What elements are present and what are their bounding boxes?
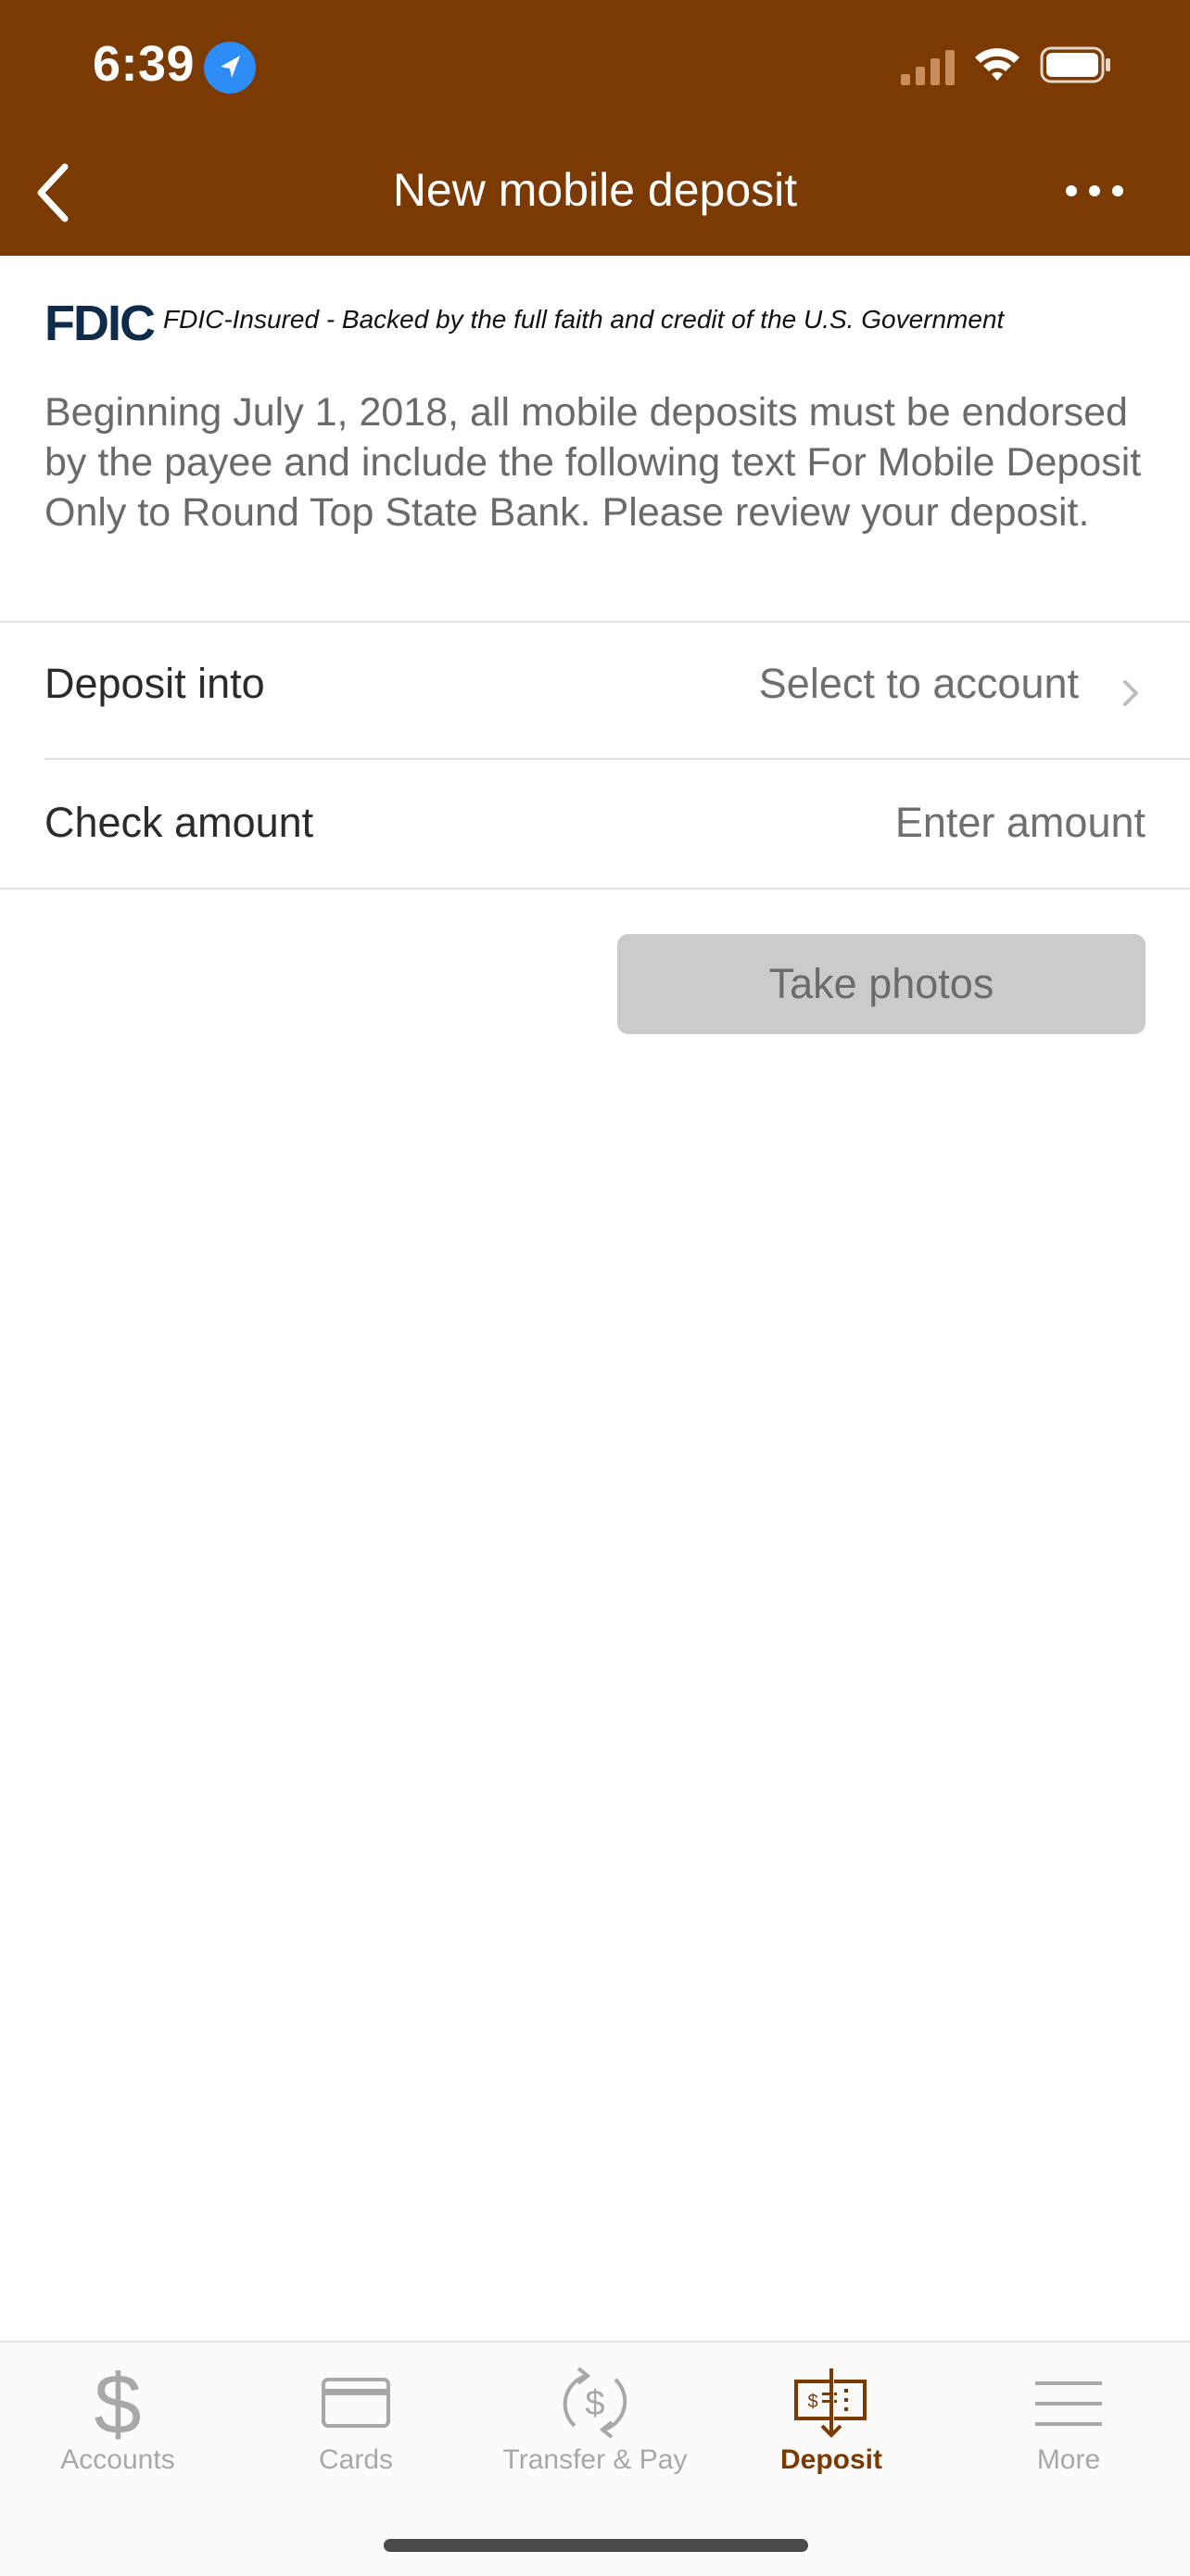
tab-label: Transfer & Pay xyxy=(502,2444,688,2475)
wifi-icon xyxy=(973,44,1021,85)
tab-label: More xyxy=(1036,2444,1101,2475)
tab-accounts[interactable]: $ Accounts xyxy=(2,2352,234,2481)
check-amount-label: Check amount xyxy=(44,799,314,846)
dollar-icon: $ xyxy=(94,2361,141,2444)
check-amount-input[interactable]: Enter amount xyxy=(649,799,1146,847)
menu-icon xyxy=(1035,2381,1102,2426)
deposit-into-label: Deposit into xyxy=(44,660,265,707)
battery-icon xyxy=(1040,46,1112,83)
deposit-into-value: Select to account xyxy=(758,660,1079,707)
ellipsis-icon xyxy=(1066,185,1123,196)
tab-cards[interactable]: Cards xyxy=(240,2352,472,2481)
home-indicator xyxy=(384,2539,808,2552)
take-photos-button[interactable]: Take photos xyxy=(617,934,1146,1034)
status-time: 6:39 xyxy=(93,36,196,92)
svg-text:$: $ xyxy=(94,2361,141,2444)
deposit-into-row[interactable]: Deposit into Select to account xyxy=(0,623,1190,758)
page-title: New mobile deposit xyxy=(392,164,798,216)
tab-label: Accounts xyxy=(60,2444,175,2475)
location-icon xyxy=(204,42,256,94)
card-icon xyxy=(322,2378,390,2428)
fdic-insured-text: FDIC-Insured - Backed by the full faith … xyxy=(163,305,1005,334)
fdic-logo: FDIC xyxy=(44,296,156,351)
chevron-right-icon xyxy=(1118,673,1146,713)
svg-text:$: $ xyxy=(807,2392,817,2412)
divider xyxy=(0,888,1190,890)
check-amount-row: Check amount Enter amount xyxy=(0,760,1190,888)
svg-text:$: $ xyxy=(585,2384,604,2423)
tab-transfer-pay[interactable]: $ Transfer & Pay xyxy=(479,2352,711,2481)
endorsement-notice: Beginning July 1, 2018, all mobile depos… xyxy=(44,390,1142,535)
cellular-signal-icon xyxy=(901,48,958,85)
tab-label: Cards xyxy=(318,2444,394,2475)
transfer-icon: $ xyxy=(563,2367,627,2439)
tab-more[interactable]: More xyxy=(953,2352,1184,2481)
more-options-button[interactable] xyxy=(1062,172,1127,209)
tab-deposit[interactable]: $ Deposit xyxy=(715,2352,947,2481)
check-deposit-icon: $ xyxy=(794,2367,867,2438)
tab-label: Deposit xyxy=(779,2444,882,2475)
